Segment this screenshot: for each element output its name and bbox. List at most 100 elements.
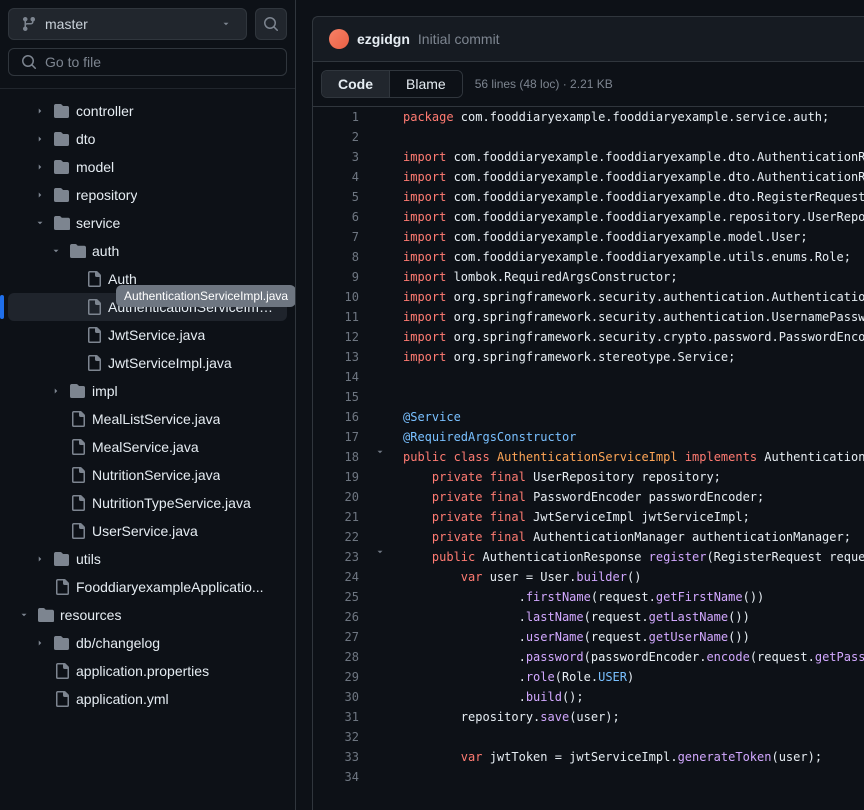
code-line[interactable]: 16@Service: [313, 407, 864, 427]
fold-indicator[interactable]: [375, 547, 395, 567]
tree-folder[interactable]: auth: [8, 237, 287, 265]
line-number[interactable]: 8: [313, 247, 375, 267]
code-line[interactable]: 34: [313, 767, 864, 787]
chevron-icon[interactable]: [32, 635, 48, 651]
line-number[interactable]: 4: [313, 167, 375, 187]
code-line[interactable]: 2: [313, 127, 864, 147]
tree-file[interactable]: application.yml: [8, 685, 287, 713]
code-line[interactable]: 32: [313, 727, 864, 747]
line-number[interactable]: 11: [313, 307, 375, 327]
chevron-icon[interactable]: [32, 103, 48, 119]
chevron-icon[interactable]: [32, 131, 48, 147]
line-number[interactable]: 27: [313, 627, 375, 647]
code-line[interactable]: 14: [313, 367, 864, 387]
chevron-icon[interactable]: [32, 551, 48, 567]
chevron-icon[interactable]: [48, 243, 64, 259]
tree-file[interactable]: NutritionTypeService.java: [8, 489, 287, 517]
code-line[interactable]: 12import org.springframework.security.cr…: [313, 327, 864, 347]
line-number[interactable]: 22: [313, 527, 375, 547]
line-number[interactable]: 5: [313, 187, 375, 207]
chevron-icon[interactable]: [16, 607, 32, 623]
code-line[interactable]: 19 private final UserRepository reposito…: [313, 467, 864, 487]
tree-file[interactable]: MealListService.java: [8, 405, 287, 433]
code-line[interactable]: 17@RequiredArgsConstructor: [313, 427, 864, 447]
tree-folder[interactable]: service: [8, 209, 287, 237]
file-search[interactable]: [8, 48, 287, 76]
code-line[interactable]: 22 private final AuthenticationManager a…: [313, 527, 864, 547]
commit-bar[interactable]: ezgidgn Initial commit: [312, 16, 864, 62]
code-line[interactable]: 18public class AuthenticationServiceImpl…: [313, 447, 864, 467]
code-line[interactable]: 23 public AuthenticationResponse registe…: [313, 547, 864, 567]
tree-file[interactable]: JwtServiceImpl.java: [8, 349, 287, 377]
tree-file[interactable]: AuthenticationServiceImpl...: [8, 293, 287, 321]
tree-file[interactable]: UserService.java: [8, 517, 287, 545]
code-line[interactable]: 8import com.fooddiaryexample.fooddiaryex…: [313, 247, 864, 267]
line-number[interactable]: 33: [313, 747, 375, 767]
line-number[interactable]: 30: [313, 687, 375, 707]
line-number[interactable]: 10: [313, 287, 375, 307]
code-line[interactable]: 27 .userName(request.getUserName()): [313, 627, 864, 647]
line-number[interactable]: 18: [313, 447, 375, 467]
fold-indicator[interactable]: [375, 447, 395, 467]
code-view[interactable]: 1package com.fooddiaryexample.fooddiarye…: [312, 107, 864, 810]
line-number[interactable]: 31: [313, 707, 375, 727]
line-number[interactable]: 21: [313, 507, 375, 527]
line-number[interactable]: 16: [313, 407, 375, 427]
code-line[interactable]: 3import com.fooddiaryexample.fooddiaryex…: [313, 147, 864, 167]
code-line[interactable]: 20 private final PasswordEncoder passwor…: [313, 487, 864, 507]
line-number[interactable]: 6: [313, 207, 375, 227]
code-line[interactable]: 1package com.fooddiaryexample.fooddiarye…: [313, 107, 864, 127]
commit-author[interactable]: ezgidgn: [357, 31, 410, 47]
line-number[interactable]: 14: [313, 367, 375, 387]
line-number[interactable]: 25: [313, 587, 375, 607]
code-line[interactable]: 13import org.springframework.stereotype.…: [313, 347, 864, 367]
line-number[interactable]: 19: [313, 467, 375, 487]
branch-select[interactable]: master: [8, 8, 247, 40]
line-number[interactable]: 7: [313, 227, 375, 247]
chevron-icon[interactable]: [48, 383, 64, 399]
tab-blame[interactable]: Blame: [389, 71, 462, 97]
line-number[interactable]: 3: [313, 147, 375, 167]
chevron-icon[interactable]: [32, 159, 48, 175]
code-line[interactable]: 30 .build();: [313, 687, 864, 707]
tree-file[interactable]: FooddiaryexampleApplicatio...: [8, 573, 287, 601]
code-line[interactable]: 28 .password(passwordEncoder.encode(requ…: [313, 647, 864, 667]
line-number[interactable]: 26: [313, 607, 375, 627]
code-line[interactable]: 15: [313, 387, 864, 407]
code-line[interactable]: 5import com.fooddiaryexample.fooddiaryex…: [313, 187, 864, 207]
file-tree[interactable]: AuthenticationServiceImpl.java controlle…: [0, 89, 295, 810]
search-button[interactable]: [255, 8, 287, 40]
tree-folder[interactable]: model: [8, 153, 287, 181]
line-number[interactable]: 20: [313, 487, 375, 507]
code-line[interactable]: 11import org.springframework.security.au…: [313, 307, 864, 327]
tree-folder[interactable]: controller: [8, 97, 287, 125]
tree-file[interactable]: Auth: [8, 265, 287, 293]
code-line[interactable]: 21 private final JwtServiceImpl jwtServi…: [313, 507, 864, 527]
chevron-icon[interactable]: [32, 187, 48, 203]
line-number[interactable]: 23: [313, 547, 375, 567]
code-line[interactable]: 25 .firstName(request.getFirstName()): [313, 587, 864, 607]
code-line[interactable]: 10import org.springframework.security.au…: [313, 287, 864, 307]
tree-file[interactable]: NutritionService.java: [8, 461, 287, 489]
line-number[interactable]: 34: [313, 767, 375, 787]
code-line[interactable]: 26 .lastName(request.getLastName()): [313, 607, 864, 627]
code-line[interactable]: 24 var user = User.builder(): [313, 567, 864, 587]
line-number[interactable]: 13: [313, 347, 375, 367]
code-line[interactable]: 33 var jwtToken = jwtServiceImpl.generat…: [313, 747, 864, 767]
code-line[interactable]: 6import com.fooddiaryexample.fooddiaryex…: [313, 207, 864, 227]
commit-message[interactable]: Initial commit: [418, 31, 500, 47]
tree-folder[interactable]: utils: [8, 545, 287, 573]
tree-folder[interactable]: resources: [8, 601, 287, 629]
chevron-icon[interactable]: [32, 215, 48, 231]
tree-file[interactable]: JwtService.java: [8, 321, 287, 349]
line-number[interactable]: 17: [313, 427, 375, 447]
line-number[interactable]: 24: [313, 567, 375, 587]
tree-file[interactable]: application.properties: [8, 657, 287, 685]
line-number[interactable]: 32: [313, 727, 375, 747]
tree-folder[interactable]: impl: [8, 377, 287, 405]
line-number[interactable]: 1: [313, 107, 375, 127]
tab-code[interactable]: Code: [322, 71, 389, 97]
tree-folder[interactable]: db/changelog: [8, 629, 287, 657]
code-line[interactable]: 9import lombok.RequiredArgsConstructor;: [313, 267, 864, 287]
code-line[interactable]: 4import com.fooddiaryexample.fooddiaryex…: [313, 167, 864, 187]
